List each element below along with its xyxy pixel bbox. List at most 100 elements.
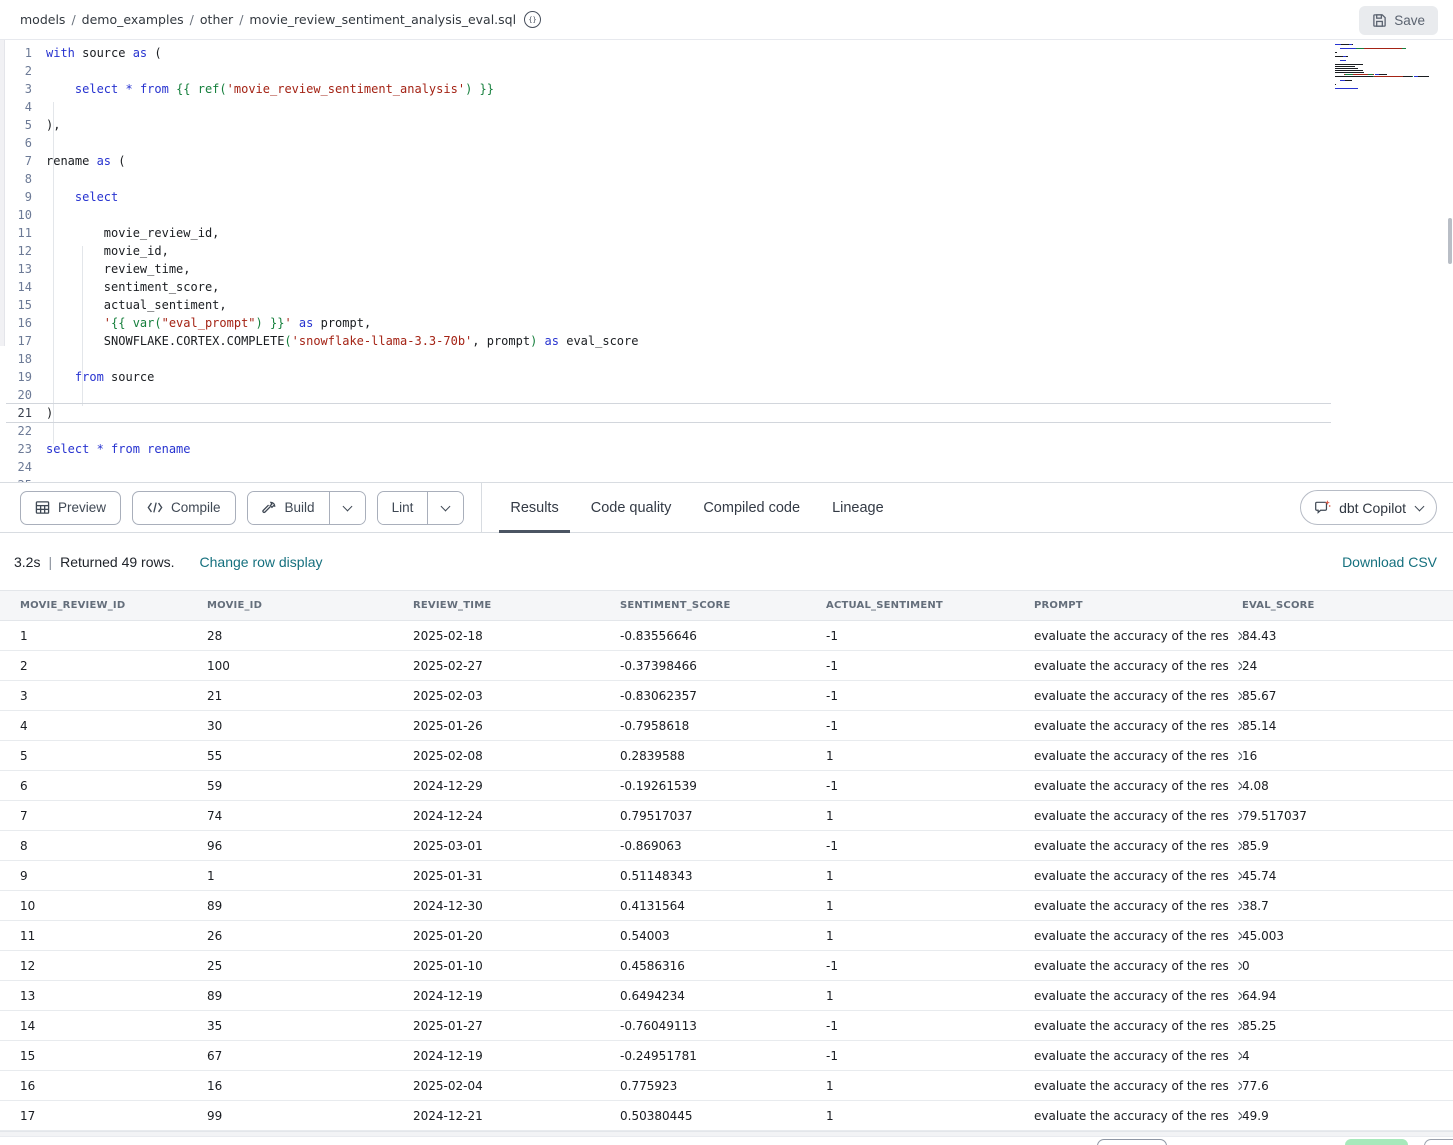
prompt-cell[interactable]: evaluate the accuracy of the res... — [1034, 809, 1242, 823]
chevron-right-icon[interactable] — [1235, 1021, 1242, 1029]
dbt-copilot-button[interactable]: dbt Copilot — [1300, 490, 1437, 525]
prompt-cell[interactable]: evaluate the accuracy of the res... — [1034, 959, 1242, 973]
breadcrumb[interactable]: models/demo_examples/other/movie_review_… — [20, 12, 516, 27]
code-line[interactable]: 16 '{{ var("eval_prompt") }}' as prompt, — [6, 314, 1453, 332]
chevron-right-icon[interactable] — [1235, 751, 1242, 759]
column-header[interactable]: PROMPT — [1034, 600, 1242, 611]
chevron-right-icon[interactable] — [1235, 661, 1242, 669]
change-row-display-link[interactable]: Change row display — [200, 554, 323, 570]
code-line[interactable]: 7rename as ( — [6, 152, 1453, 170]
column-header[interactable]: ACTUAL_SENTIMENT — [826, 600, 1034, 611]
prompt-cell[interactable]: evaluate the accuracy of the res... — [1034, 779, 1242, 793]
prompt-cell[interactable]: evaluate the accuracy of the res... — [1034, 839, 1242, 853]
table-row[interactable]: 6592024-12-29-0.19261539-1evaluate the a… — [0, 771, 1453, 801]
prompt-cell[interactable]: evaluate the accuracy of the res... — [1034, 869, 1242, 883]
table-row[interactable]: 12252025-01-100.4586316-1evaluate the ac… — [0, 951, 1453, 981]
editor-scrollbar-thumb[interactable] — [1448, 218, 1452, 264]
table-row[interactable]: 21002025-02-27-0.37398466-1evaluate the … — [0, 651, 1453, 681]
code-line[interactable]: 10 — [6, 206, 1453, 224]
breadcrumb-item[interactable]: other — [200, 12, 233, 27]
chevron-right-icon[interactable] — [1235, 1111, 1242, 1119]
prompt-cell[interactable]: evaluate the accuracy of the res... — [1034, 659, 1242, 673]
prompt-cell[interactable]: evaluate the accuracy of the res... — [1034, 629, 1242, 643]
table-row[interactable]: 1282025-02-18-0.83556646-1evaluate the a… — [0, 621, 1453, 651]
code-line[interactable]: 9 select — [6, 188, 1453, 206]
prompt-cell[interactable]: evaluate the accuracy of the res... — [1034, 749, 1242, 763]
code-line[interactable]: 19 from source — [6, 368, 1453, 386]
table-row[interactable]: 13892024-12-190.64942341evaluate the acc… — [0, 981, 1453, 1011]
code-line[interactable]: 13 review_time, — [6, 260, 1453, 278]
chevron-right-icon[interactable] — [1235, 901, 1242, 909]
table-row[interactable]: 17992024-12-210.503804451evaluate the ac… — [0, 1101, 1453, 1131]
code-line[interactable]: 8 — [6, 170, 1453, 188]
tab-code-quality[interactable]: Code quality — [575, 482, 688, 533]
chevron-right-icon[interactable] — [1235, 841, 1242, 849]
column-header[interactable]: MOVIE_ID — [207, 600, 413, 611]
sql-code-editor[interactable]: 1with source as (23 select * from {{ ref… — [0, 40, 1453, 482]
column-header[interactable]: REVIEW_TIME — [413, 600, 620, 611]
table-row[interactable]: 11262025-01-200.540031evaluate the accur… — [0, 921, 1453, 951]
code-line[interactable]: 21) — [6, 403, 1331, 423]
download-csv-link[interactable]: Download CSV — [1342, 554, 1437, 570]
prompt-cell[interactable]: evaluate the accuracy of the res... — [1034, 989, 1242, 1003]
table-row[interactable]: 16162025-02-040.7759231evaluate the accu… — [0, 1071, 1453, 1101]
code-line[interactable]: 11 movie_review_id, — [6, 224, 1453, 242]
prompt-cell[interactable]: evaluate the accuracy of the res... — [1034, 689, 1242, 703]
column-header[interactable]: EVAL_SCORE — [1242, 600, 1453, 611]
tab-compiled-code[interactable]: Compiled code — [687, 482, 816, 533]
save-button[interactable]: Save — [1359, 6, 1438, 35]
tab-results[interactable]: Results — [494, 482, 574, 533]
chevron-right-icon[interactable] — [1235, 721, 1242, 729]
code-line[interactable]: 2 — [6, 62, 1453, 80]
bottom-partial-button[interactable] — [1097, 1139, 1167, 1145]
code-line[interactable]: 18 — [6, 350, 1453, 368]
chevron-right-icon[interactable] — [1235, 961, 1242, 969]
chevron-right-icon[interactable] — [1235, 991, 1242, 999]
chevron-right-icon[interactable] — [1235, 931, 1242, 939]
breadcrumb-item[interactable]: movie_review_sentiment_analysis_eval.sql — [249, 12, 516, 27]
prompt-cell[interactable]: evaluate the accuracy of the res... — [1034, 1109, 1242, 1123]
code-line[interactable]: 20 — [6, 386, 1453, 404]
preview-button[interactable]: Preview — [20, 491, 121, 525]
compile-button[interactable]: Compile — [132, 491, 236, 525]
table-row[interactable]: 4302025-01-26-0.7958618-1evaluate the ac… — [0, 711, 1453, 741]
prompt-cell[interactable]: evaluate the accuracy of the res... — [1034, 719, 1242, 733]
code-line[interactable]: 5), — [6, 116, 1453, 134]
code-line[interactable]: 22 — [6, 422, 1453, 440]
chevron-right-icon[interactable] — [1235, 1081, 1242, 1089]
chevron-right-icon[interactable] — [1235, 871, 1242, 879]
bottom-partial-green-pill[interactable] — [1345, 1139, 1408, 1145]
chevron-right-icon[interactable] — [1235, 631, 1242, 639]
lint-dropdown-button[interactable] — [427, 492, 463, 524]
chevron-right-icon[interactable] — [1235, 811, 1242, 819]
tab-lineage[interactable]: Lineage — [816, 482, 900, 533]
code-line[interactable]: 14 sentiment_score, — [6, 278, 1453, 296]
prompt-cell[interactable]: evaluate the accuracy of the res... — [1034, 1079, 1242, 1093]
table-row[interactable]: 10892024-12-300.41315641evaluate the acc… — [0, 891, 1453, 921]
prompt-cell[interactable]: evaluate the accuracy of the res... — [1034, 1019, 1242, 1033]
table-row[interactable]: 14352025-01-27-0.76049113-1evaluate the … — [0, 1011, 1453, 1041]
table-row[interactable]: 912025-01-310.511483431evaluate the accu… — [0, 861, 1453, 891]
code-line[interactable]: 23select * from rename — [6, 440, 1453, 458]
breadcrumb-item[interactable]: demo_examples — [82, 12, 184, 27]
table-row[interactable]: 8962025-03-01-0.869063-1evaluate the acc… — [0, 831, 1453, 861]
code-line[interactable]: 1with source as ( — [6, 44, 1453, 62]
column-header[interactable]: SENTIMENT_SCORE — [620, 600, 826, 611]
table-row[interactable]: 7742024-12-240.795170371evaluate the acc… — [0, 801, 1453, 831]
bottom-partial-button[interactable] — [1424, 1139, 1453, 1145]
chevron-right-icon[interactable] — [1235, 691, 1242, 699]
lint-button[interactable]: Lint — [378, 492, 428, 524]
code-line[interactable]: 24 — [6, 458, 1453, 476]
chevron-right-icon[interactable] — [1235, 781, 1242, 789]
table-row[interactable]: 5552025-02-080.28395881evaluate the accu… — [0, 741, 1453, 771]
build-dropdown-button[interactable] — [329, 492, 365, 524]
prompt-cell[interactable]: evaluate the accuracy of the res... — [1034, 929, 1242, 943]
breadcrumb-item[interactable]: models — [20, 12, 65, 27]
collapsed-panel-edge[interactable] — [0, 40, 5, 346]
code-line[interactable]: 4 — [6, 98, 1453, 116]
editor-minimap[interactable] — [1335, 44, 1433, 94]
column-header[interactable]: MOVIE_REVIEW_ID — [20, 600, 207, 611]
code-line[interactable]: 15 actual_sentiment, — [6, 296, 1453, 314]
prompt-cell[interactable]: evaluate the accuracy of the res... — [1034, 899, 1242, 913]
code-line[interactable]: 12 movie_id, — [6, 242, 1453, 260]
